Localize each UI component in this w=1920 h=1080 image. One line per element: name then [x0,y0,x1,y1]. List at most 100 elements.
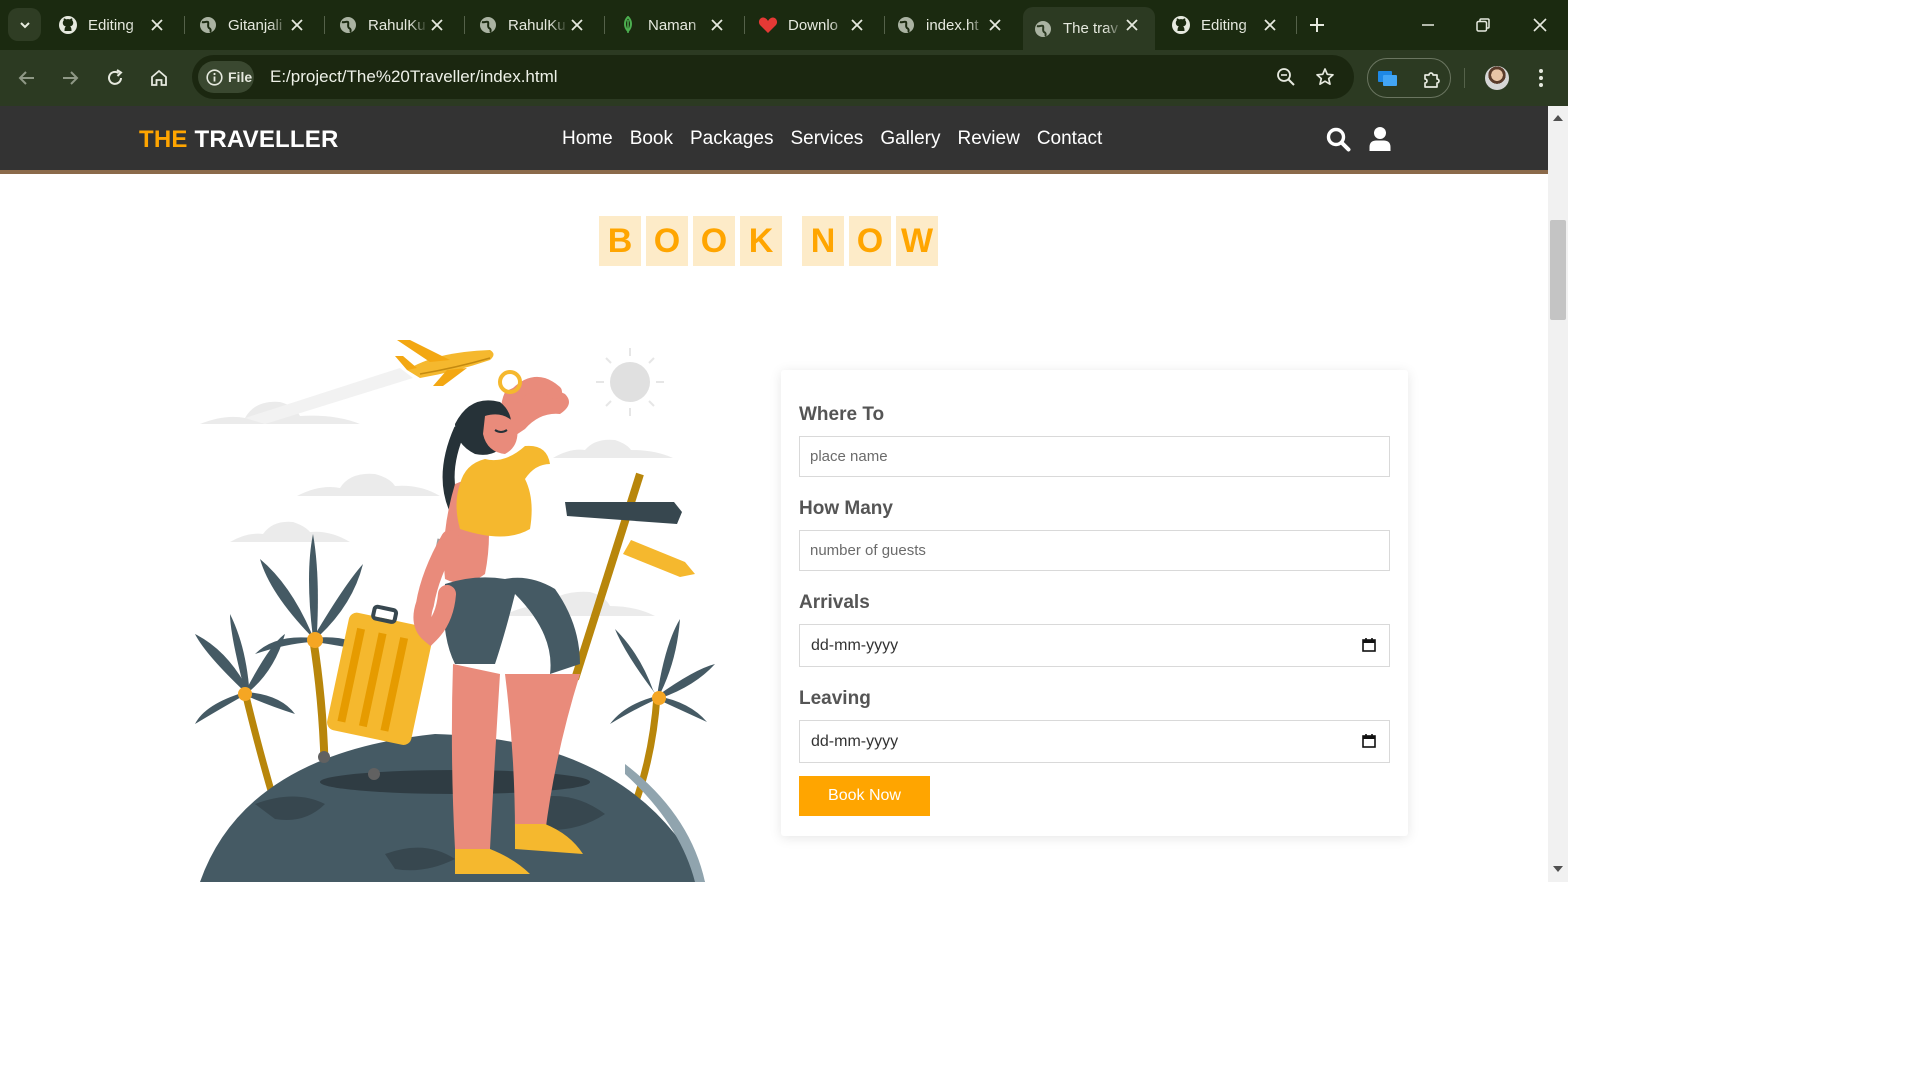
close-icon[interactable] [1123,16,1141,34]
traveller-illustration [195,340,715,882]
nav-review[interactable]: Review [958,128,1020,150]
minimize-icon [1422,24,1434,26]
arrivals-label: Arrivals [799,592,870,613]
heart-icon [758,15,778,35]
close-icon[interactable] [288,16,306,34]
nav-home[interactable]: Home [562,128,613,150]
nav-services[interactable]: Services [790,128,863,150]
more-vertical-icon [1539,69,1543,87]
close-icon[interactable] [848,16,866,34]
calendar-icon[interactable] [1361,733,1377,749]
close-icon [1533,18,1547,32]
tab-title: The trav [1063,20,1119,37]
toolbar-separator [1464,68,1465,88]
github-icon [1171,15,1191,35]
url-text[interactable]: E:/project/The%20Traveller/index.html [270,67,558,87]
tab-separator [884,16,885,34]
how-many-label: How Many [799,498,893,519]
booking-form: Where To How Many Arrivals dd-mm-yyyy Le… [781,370,1408,836]
site-info-chip[interactable]: File [198,61,254,93]
nav-book[interactable]: Book [630,128,673,150]
screen-share-icon [1378,71,1397,86]
back-button[interactable] [11,62,43,94]
heading-letter: O [693,216,735,266]
new-tab-button[interactable] [1304,12,1330,38]
heading-letter: B [599,216,641,266]
chevron-down-icon [19,21,30,28]
book-now-heading: B O O K N O W [599,216,943,266]
arrow-left-icon [18,71,34,85]
profile-avatar[interactable] [1485,66,1509,90]
browser-toolbar: File E:/project/The%20Traveller/index.ht… [0,50,1568,106]
arrivals-date-value: dd-mm-yyyy [811,637,899,654]
close-icon[interactable] [708,16,726,34]
close-window-button[interactable] [1527,12,1553,38]
zoom-icon [1277,68,1295,86]
leaving-date-input[interactable]: dd-mm-yyyy [799,720,1390,763]
nav-packages[interactable]: Packages [690,128,773,150]
globe-icon [198,15,218,35]
tab[interactable]: RahulKu [328,7,460,43]
close-icon[interactable] [568,16,586,34]
restore-button[interactable] [1470,12,1496,38]
tab[interactable]: Gitanjali [188,7,320,43]
tab-separator [184,16,185,34]
globe-icon [478,15,498,35]
where-to-input[interactable] [799,436,1390,477]
guest-count-input[interactable] [799,530,1390,571]
scrollbar-thumb[interactable] [1550,220,1566,320]
leaving-date-value: dd-mm-yyyy [811,733,899,750]
site-header: THE TRAVELLER Home Book Packages Service… [0,106,1548,174]
search-icon[interactable] [1325,126,1351,152]
nav-contact[interactable]: Contact [1037,128,1102,150]
site-nav: Home Book Packages Services Gallery Revi… [562,128,1102,150]
tab-title: RahulKu [508,16,566,34]
tab-title: Downlo [788,16,839,34]
arrivals-date-input[interactable]: dd-mm-yyyy [799,624,1390,667]
user-icon[interactable] [1367,126,1393,152]
tab[interactable]: Editing [1161,7,1293,43]
tab[interactable]: index.ht [886,7,1018,43]
logo-rest: TRAVELLER [187,126,339,153]
tab[interactable]: Downlo [748,7,880,43]
zoom-button[interactable] [1275,66,1297,88]
close-icon[interactable] [148,16,166,34]
extension-button[interactable] [1376,67,1400,91]
reload-button[interactable] [99,62,131,94]
tab[interactable]: RahulKu [468,7,600,43]
close-icon[interactable] [986,16,1004,34]
tab-title: Editing [1201,16,1247,34]
tab-separator [1296,16,1297,34]
puzzle-icon [1424,72,1440,88]
home-button[interactable] [143,62,175,94]
home-icon [151,69,167,86]
chip-label: File [228,69,253,85]
tab-search-button[interactable] [8,8,41,41]
arrow-right-icon [63,71,79,85]
tab[interactable]: Naman [608,7,740,43]
logo-accent: THE [139,126,188,153]
restore-icon [1476,18,1490,32]
close-icon[interactable] [1261,16,1279,34]
site-logo[interactable]: THE TRAVELLER [139,126,339,154]
address-bar[interactable]: File E:/project/The%20Traveller/index.ht… [192,55,1354,99]
extensions-menu-button[interactable] [1420,67,1444,91]
book-now-button[interactable]: Book Now [799,776,930,816]
bookmark-button[interactable] [1314,66,1336,88]
scroll-down-icon[interactable] [1552,864,1564,874]
minimize-button[interactable] [1415,12,1441,38]
heading-letter: W [896,216,938,266]
heading-letter: N [802,216,844,266]
calendar-icon[interactable] [1361,637,1377,653]
close-icon[interactable] [428,16,446,34]
github-icon [58,15,78,35]
heading-letter: O [646,216,688,266]
browser-menu-button[interactable] [1530,64,1552,92]
forward-button[interactable] [54,62,86,94]
nav-gallery[interactable]: Gallery [880,128,940,150]
tab[interactable]: Editing [48,7,180,43]
info-icon [206,68,223,86]
tab-active[interactable]: The trav [1023,7,1155,50]
scroll-up-icon[interactable] [1552,112,1564,122]
globe-icon [1033,19,1053,39]
